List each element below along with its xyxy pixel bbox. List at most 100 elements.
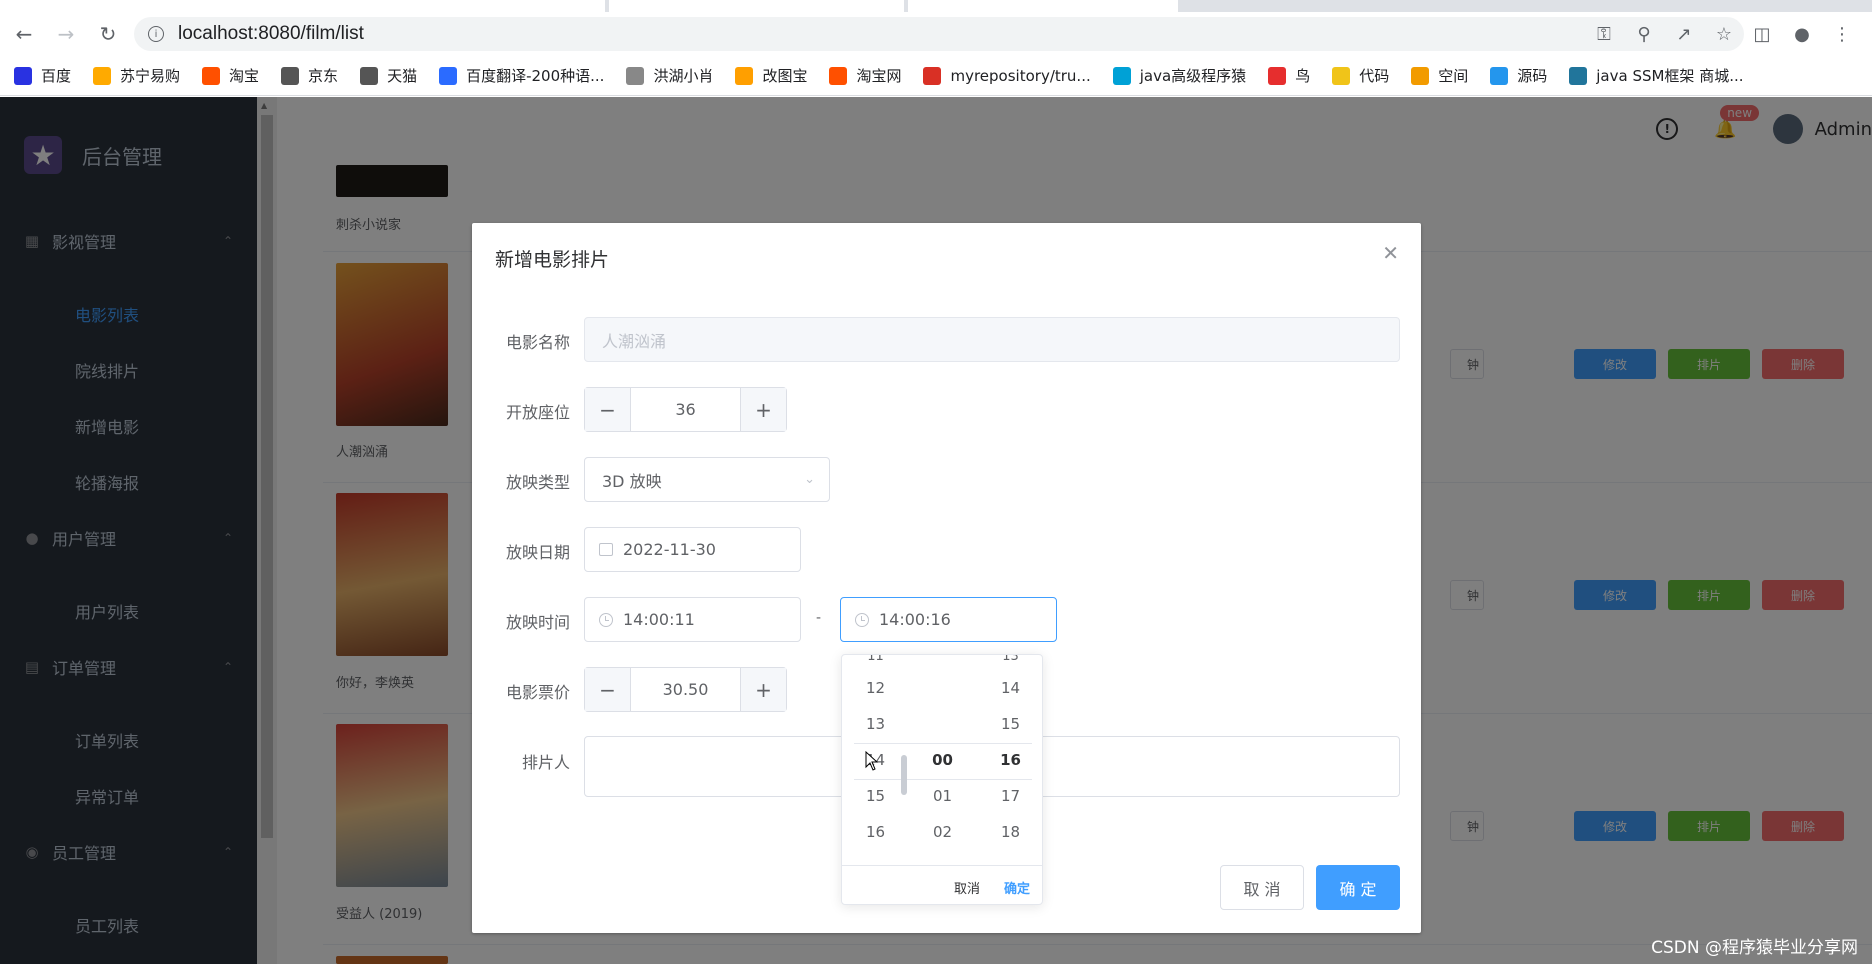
time-picker-panel: 11 12 13 14 15 16 00 01 02 13 14 15 16 1… (841, 654, 1043, 905)
price-value[interactable]: 30.50 (631, 668, 740, 711)
calendar-icon (599, 543, 613, 556)
bookmark-item[interactable]: 百度翻译-200种语... (439, 65, 604, 86)
hour-option[interactable]: 15 (842, 787, 909, 805)
bookmark-item[interactable]: 百度 (14, 65, 71, 86)
second-option[interactable]: 18 (977, 823, 1042, 841)
date-value: 2022-11-30 (623, 540, 716, 559)
bookmark-favicon-icon (93, 66, 112, 85)
bookmark-item[interactable]: 鸟 (1268, 65, 1310, 86)
type-label: 放映类型 (505, 473, 570, 492)
hour-option[interactable]: 11 (842, 655, 909, 664)
tab[interactable] (908, 0, 1178, 12)
back-icon[interactable]: ← (6, 16, 42, 52)
second-option[interactable]: 13 (977, 655, 1042, 664)
bookmark-item[interactable]: 改图宝 (735, 65, 807, 86)
profile-icon[interactable]: ● (1782, 24, 1822, 45)
info-icon[interactable]: i (148, 26, 164, 42)
clock-icon (599, 612, 613, 627)
share-icon[interactable]: ↗ (1664, 24, 1704, 45)
tab-strip (0, 0, 1872, 12)
film-name-input: 人潮汹涌 (584, 317, 1400, 362)
minus-icon[interactable]: − (585, 388, 631, 431)
mouse-cursor-icon (865, 751, 879, 771)
bookmark-favicon-icon (829, 66, 848, 85)
bookmark-favicon-icon (1411, 66, 1430, 85)
bookmark-favicon-icon (1112, 66, 1131, 85)
bookmark-item[interactable]: 淘宝 (202, 65, 259, 86)
second-option[interactable]: 15 (977, 715, 1042, 733)
tab[interactable] (0, 0, 605, 12)
start-time-input[interactable]: 14:00:11 (584, 597, 801, 642)
bookmark-favicon-icon (1490, 66, 1509, 85)
menu-icon[interactable]: ⋮ (1822, 24, 1862, 45)
bookmark-label: java SSM框架 商城... (1596, 67, 1744, 85)
bookmark-item[interactable]: 京东 (281, 65, 338, 86)
bookmark-item[interactable]: 源码 (1490, 65, 1547, 86)
close-icon[interactable]: ✕ (1382, 241, 1399, 265)
watermark: CSDN @程序猿毕业分享网 (1651, 938, 1858, 958)
second-option[interactable]: 17 (977, 787, 1042, 805)
url-text[interactable]: localhost:8080/film/list (178, 23, 364, 45)
bookmark-label: 百度 (41, 67, 72, 85)
bookmark-item[interactable]: java SSM框架 商城... (1569, 65, 1744, 86)
bookmark-item[interactable]: 空间 (1411, 65, 1468, 86)
bookmark-item[interactable]: 代码 (1332, 65, 1389, 86)
star-icon[interactable]: ☆ (1704, 24, 1744, 45)
address-bar: ← → ↻ i localhost:8080/film/list ⚿ ⚲ ↗ ☆… (0, 12, 1872, 56)
reload-icon[interactable]: ↻ (90, 16, 126, 52)
bookmark-label: 淘宝 (229, 67, 260, 85)
zoom-icon[interactable]: ⚲ (1624, 24, 1664, 45)
column-scrollbar[interactable] (901, 755, 907, 795)
bookmark-label: 洪湖小肖 (653, 67, 714, 85)
bookmark-favicon-icon (626, 66, 645, 85)
hour-option[interactable]: 12 (842, 679, 909, 697)
second-option[interactable]: 16 (977, 751, 1042, 769)
hour-option[interactable]: 13 (842, 715, 909, 733)
bookmark-item[interactable]: java高级程序猿 (1112, 65, 1247, 86)
second-option[interactable]: 14 (977, 679, 1042, 697)
bookmark-favicon-icon (14, 66, 32, 85)
seats-value[interactable]: 36 (631, 388, 740, 431)
tab[interactable] (609, 0, 904, 12)
bookmark-label: 源码 (1517, 67, 1548, 85)
plus-icon[interactable]: + (740, 388, 786, 431)
date-label: 放映日期 (505, 543, 570, 562)
film-name-value: 人潮汹涌 (602, 331, 667, 351)
seats-label: 开放座位 (505, 403, 570, 422)
bookmark-label: java高级程序猿 (1139, 67, 1247, 85)
sidepanel-icon[interactable]: ◫ (1742, 24, 1782, 45)
bookmark-item[interactable]: 淘宝网 (829, 65, 901, 86)
plus-icon[interactable]: + (740, 668, 786, 711)
bookmark-label: 百度翻译-200种语... (466, 67, 605, 85)
bookmark-item[interactable]: 洪湖小肖 (626, 65, 713, 86)
bookmark-item[interactable]: 苏宁易购 (93, 65, 180, 86)
hour-option[interactable]: 16 (842, 823, 909, 841)
bookmark-favicon-icon (1332, 66, 1351, 85)
minutes-column[interactable]: 00 01 02 (909, 655, 976, 865)
date-picker[interactable]: 2022-11-30 (584, 527, 801, 572)
picker-cancel-button[interactable]: 取消 (954, 878, 980, 897)
cancel-button[interactable]: 取 消 (1220, 865, 1304, 910)
seconds-column[interactable]: 13 14 15 16 17 18 (977, 655, 1042, 865)
picker-confirm-button[interactable]: 确定 (1004, 878, 1030, 897)
bookmark-favicon-icon (735, 66, 754, 85)
bookmark-item[interactable]: 天猫 (360, 65, 417, 86)
time-label: 放映时间 (505, 613, 570, 632)
key-icon[interactable]: ⚿ (1584, 24, 1624, 45)
bookmark-label: 空间 (1438, 67, 1469, 85)
type-select[interactable]: 3D 放映 ⌄ (584, 457, 830, 502)
minute-option[interactable]: 00 (909, 751, 976, 769)
clock-icon (855, 612, 869, 627)
bookmark-item[interactable]: myrepository/tru... (923, 66, 1091, 85)
bookmark-label: 京东 (308, 67, 339, 85)
forward-icon[interactable]: → (48, 16, 84, 52)
bookmark-favicon-icon (202, 66, 221, 85)
minute-option[interactable]: 01 (909, 787, 976, 805)
omnibox[interactable]: i localhost:8080/film/list ⚿ ⚲ ↗ ☆ (134, 17, 1744, 51)
bookmark-label: 天猫 (387, 67, 418, 85)
end-time-input[interactable]: 14:00:16 (840, 597, 1057, 642)
minute-option[interactable]: 02 (909, 823, 976, 841)
bookmark-favicon-icon (1569, 66, 1588, 85)
confirm-button[interactable]: 确 定 (1316, 865, 1400, 910)
minus-icon[interactable]: − (585, 668, 631, 711)
